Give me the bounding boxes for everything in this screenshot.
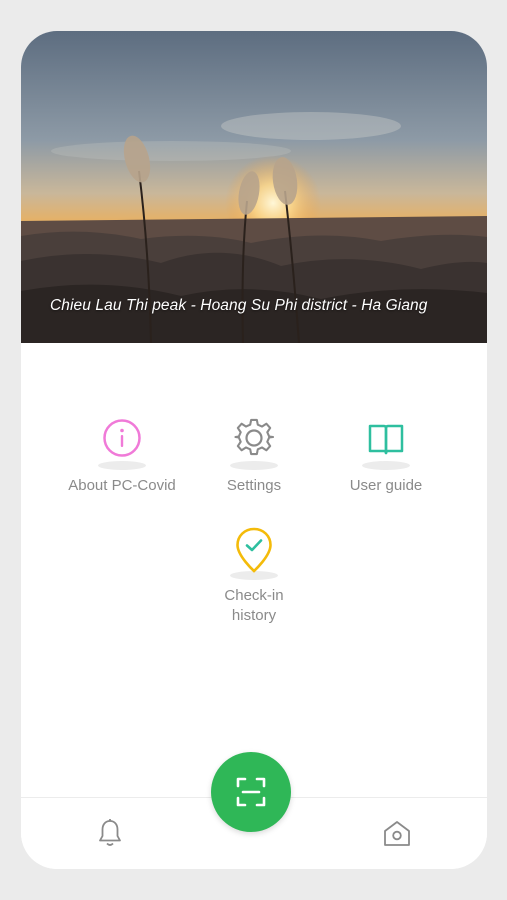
qr-scan-button[interactable] — [211, 752, 291, 832]
qr-scan-icon — [236, 777, 266, 807]
menu-icon-container — [222, 418, 286, 470]
hero-caption: Chieu Lau Thi peak - Hoang Su Phi distri… — [50, 297, 428, 314]
menu-icon-container — [222, 527, 286, 580]
info-circle-icon — [103, 419, 141, 457]
home-icon — [384, 821, 410, 846]
open-book-icon — [368, 424, 404, 455]
menu-label-checkin-history: Check-in history — [224, 587, 284, 624]
menu-label-settings: Settings — [226, 477, 282, 494]
app-screen: Chieu Lau Thi peak - Hoang Su Phi distri… — [21, 31, 487, 869]
notifications-button[interactable] — [93, 816, 127, 850]
gear-icon — [234, 418, 274, 456]
menu-item-settings[interactable]: Settings — [184, 418, 324, 496]
menu-icon-container — [90, 418, 154, 470]
menu-icon-container — [354, 418, 418, 470]
menu-item-checkin-history[interactable]: Check-in history — [184, 527, 324, 626]
menu-label-user-guide: User guide — [349, 477, 423, 494]
menu-item-user-guide[interactable]: User guide — [316, 418, 456, 496]
menu-label-about: About PC-Covid — [68, 477, 176, 494]
home-button[interactable] — [380, 816, 414, 850]
menu-item-about[interactable]: About PC-Covid — [52, 418, 192, 496]
location-check-icon — [236, 527, 272, 573]
hero-banner: Chieu Lau Thi peak - Hoang Su Phi distri… — [21, 31, 487, 343]
bell-icon — [99, 819, 121, 846]
